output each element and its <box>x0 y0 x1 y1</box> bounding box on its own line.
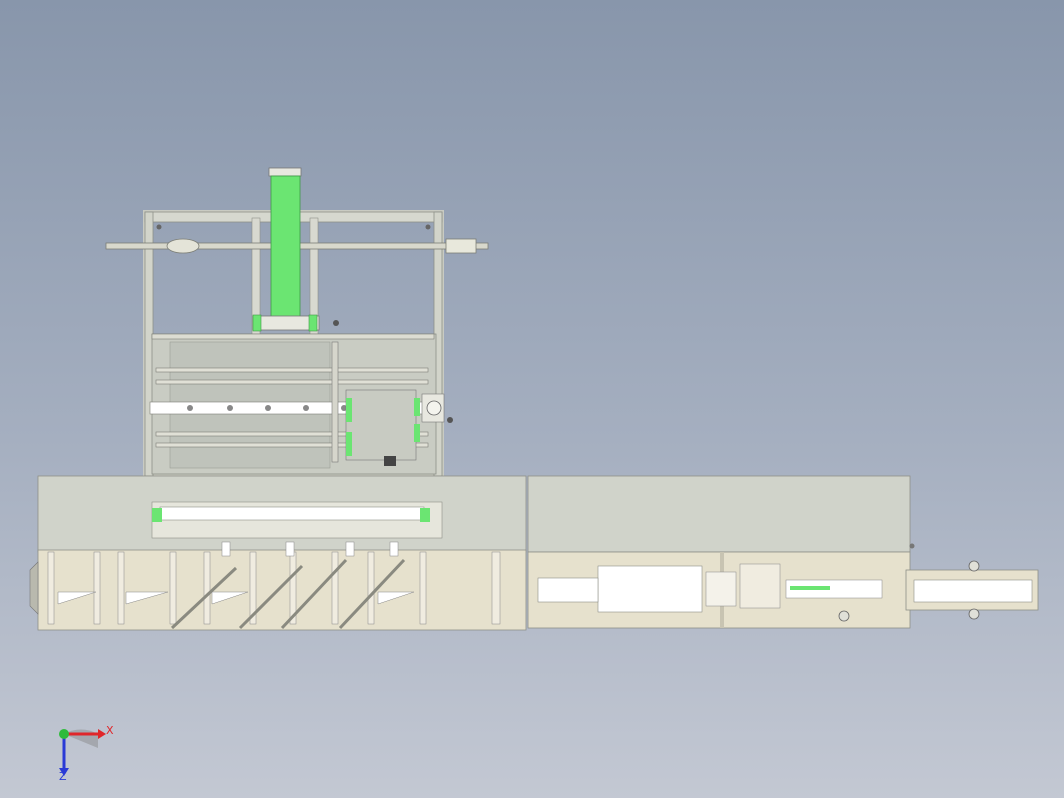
orientation-triad: X Z <box>59 724 114 780</box>
right-housing <box>527 475 915 629</box>
machine-assembly-model[interactable] <box>0 0 1064 798</box>
cad-viewport[interactable]: X Z <box>0 0 1064 798</box>
lower-left-housing <box>29 475 527 631</box>
y-axis-dot <box>59 729 69 739</box>
vertical-cylinder <box>252 167 339 332</box>
triad-plane-icon <box>64 729 98 748</box>
x-axis-label: X <box>106 724 114 737</box>
x-axis-arrowhead <box>98 729 106 739</box>
output-conveyor <box>905 560 1039 620</box>
z-axis-label: Z <box>59 770 67 780</box>
